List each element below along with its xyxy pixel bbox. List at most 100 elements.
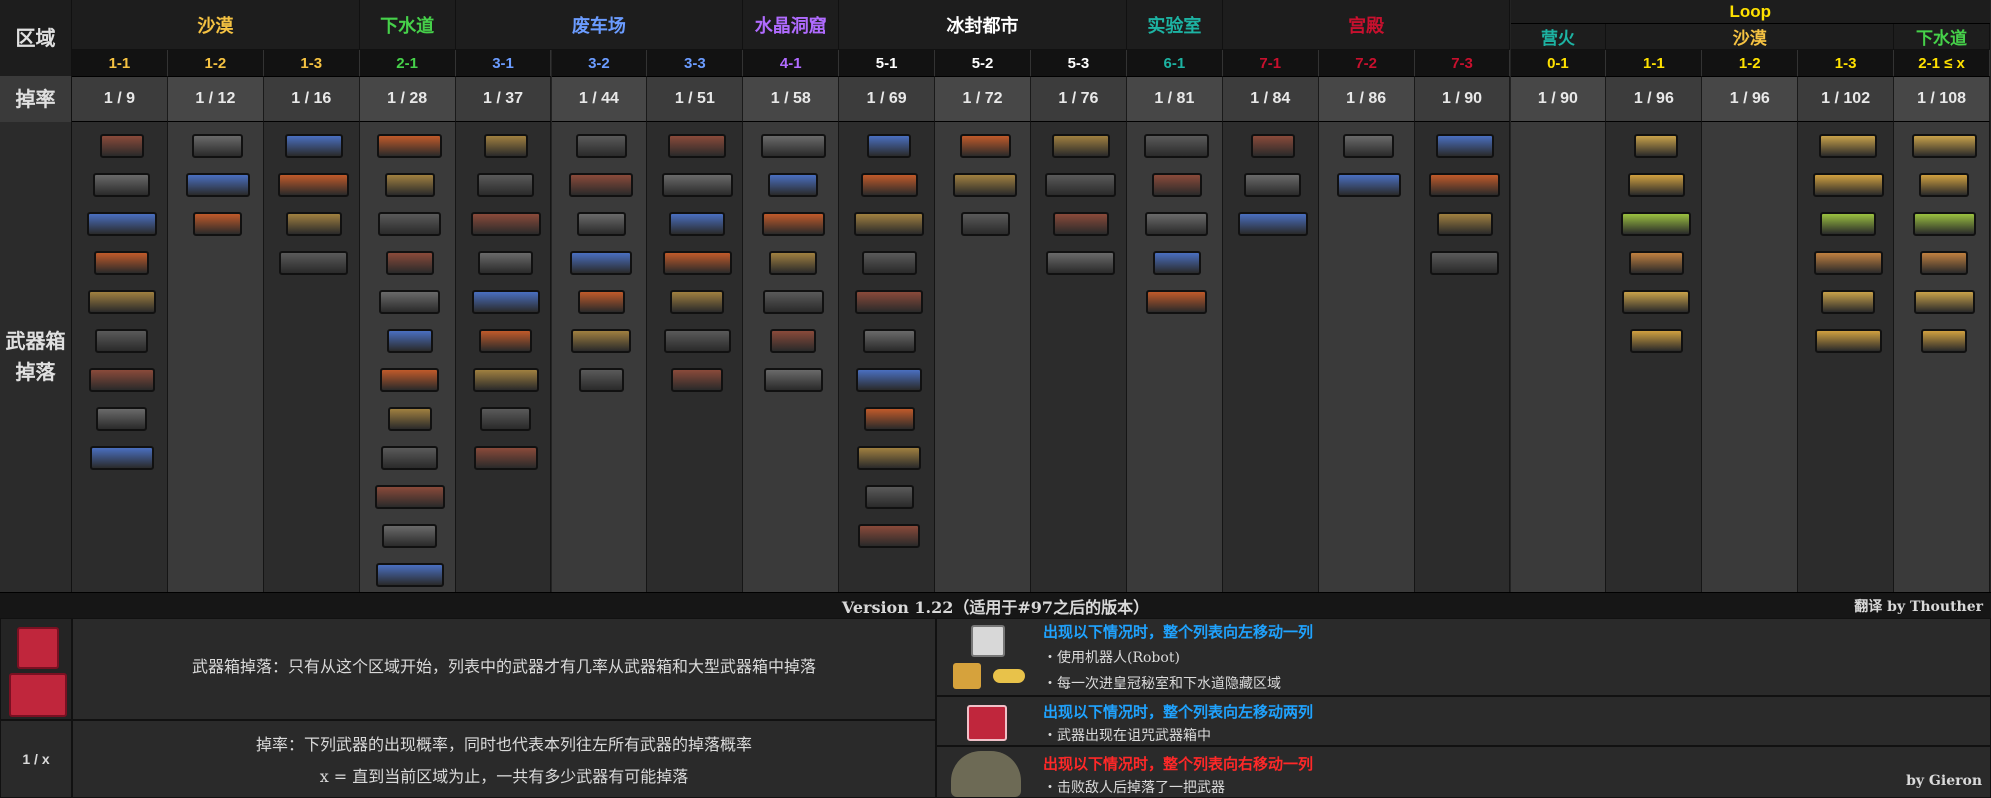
stage-label: 7-1: [1222, 50, 1319, 76]
stage-label: 7-2: [1318, 50, 1415, 76]
drop-rate: 1 / 28: [359, 76, 456, 122]
crown-icon: [953, 663, 981, 689]
heavy-crossbow-icon: [577, 290, 625, 314]
weapon-column: [72, 122, 168, 592]
frog-pistol-icon: [1244, 173, 1302, 197]
chest-legend-text: 武器箱掉落：只有从这个区域开始，列表中的武器才有几率从武器箱和大型武器箱中掉落: [191, 657, 816, 676]
drop-rate: 1 / 86: [1318, 76, 1415, 122]
hyper-rifle-icon: [860, 173, 918, 197]
blood-cannon-icon: [857, 446, 922, 470]
stage-label: 4-1: [743, 50, 840, 76]
weapon-column: [647, 122, 744, 592]
drop-rate: 1 / 108: [1894, 76, 1990, 122]
loop-zone-header: 营火: [1510, 24, 1607, 50]
blood-hammer-icon: [1046, 251, 1116, 275]
super-hammer-icon: [1921, 329, 1968, 353]
gold-crossbow-icon: [1812, 173, 1884, 197]
drop-rate: 1 / 81: [1126, 76, 1223, 122]
weapon-column: [1414, 122, 1511, 592]
heavy-grenade-icon: [856, 368, 923, 392]
stage-label: 2-1 ≤ x: [1894, 50, 1990, 76]
weapon-column: [1510, 122, 1607, 592]
drop-rate: 1 / 69: [839, 76, 936, 122]
weapon-column: [839, 122, 936, 592]
heavy-crossbow-icon: [669, 212, 726, 236]
drop-rate: 1 / 51: [647, 76, 744, 122]
devastator-icon: [867, 134, 912, 158]
ultra-shovel-icon: [663, 329, 731, 353]
drop-rate: 1 / 90: [1414, 76, 1511, 122]
weapon-chest-icon: [17, 627, 59, 669]
shift-left-two-legend: 出现以下情况时，整个列表向左移动两列 ・武器出现在诅咒武器箱中: [936, 696, 1991, 746]
zone-header: 冰封都市: [839, 0, 1127, 50]
auto-shotgun-icon: [477, 173, 535, 197]
wave-gun-icon: [478, 251, 534, 275]
rogue-rifle-icon: [1144, 134, 1210, 158]
enemy-drop-icon: [951, 751, 1021, 797]
gold-rocket-icon: [1813, 251, 1883, 275]
drop-table: 区域 掉率 武器箱掉落 沙漠 下水道 废车场 水晶洞窟 冰封都市 实验室 宫殿 Loop 营火 沙漠 下水…: [0, 0, 1991, 592]
flame-pistol-icon: [862, 329, 916, 353]
weapon-column: [455, 122, 552, 592]
pistol-icon: [99, 134, 144, 158]
assault-rifle-icon: [93, 173, 151, 197]
jackhammer-icon: [670, 290, 725, 314]
cursed-chest-icon: [967, 705, 1007, 741]
crossbow-icon: [87, 290, 156, 314]
green-launcher-icon: [1920, 251, 1969, 275]
heavy-launcher-icon: [387, 407, 432, 431]
seeker-pistol-icon: [661, 173, 733, 197]
golden-pistol-icon: [375, 563, 444, 587]
gold-smg-icon: [1628, 251, 1684, 275]
screwdriver-icon: [472, 368, 539, 392]
gatling-icon: [760, 134, 826, 158]
ultra-shotgun-icon: [1145, 212, 1209, 236]
heavy-slugger-icon: [1237, 212, 1308, 236]
sticky-launcher-icon: [1045, 173, 1117, 197]
rate-legend-line2: x = 直到当前区域为止，一共有多少武器有可能掉落: [319, 767, 689, 786]
grenade-launcher-icon: [284, 134, 343, 158]
stage-label: 1-3: [263, 50, 360, 76]
shift3-title: 出现以下情况时，整个列表向右移动一列: [1043, 755, 1314, 773]
stage-label: 3-1: [455, 50, 552, 76]
smg-icon: [192, 134, 244, 158]
chest-legend: 武器箱掉落：只有从这个区域开始，列表中的武器才有几率从武器箱和大型武器箱中掉落: [72, 618, 936, 720]
toxic-gun-icon: [1919, 173, 1970, 197]
plasma-gun-icon: [380, 368, 440, 392]
zone-header: 废车场: [455, 0, 744, 50]
weapon-column: [551, 122, 648, 592]
rocket-launcher-icon: [381, 446, 439, 470]
weapon-column: [1318, 122, 1415, 592]
stage-label: 1-1: [1606, 50, 1703, 76]
flare-gun-icon: [377, 134, 443, 158]
zone-header: 宫殿: [1222, 0, 1511, 50]
minigun-icon: [483, 134, 528, 158]
sledgehammer-icon: [285, 212, 342, 236]
grenade-icon: [193, 212, 243, 236]
machinegun-icon: [88, 368, 155, 392]
ultra-laser-pistol-icon: [1429, 173, 1501, 197]
ultra-revolver-icon: [953, 173, 1018, 197]
shift-right-legend: 出现以下情况时，整个列表向右移动一列 ・击败敌人后掉落了一把武器 by Gier…: [936, 746, 1991, 798]
stage-label: 3-3: [647, 50, 744, 76]
laser-cannon-icon: [671, 368, 724, 392]
stage-label: 5-2: [935, 50, 1031, 76]
disc-gun-icon: [379, 290, 441, 314]
author-credit: by Gieron: [1906, 773, 1982, 789]
ultra-crystal-icon: [1430, 251, 1500, 275]
loop-zone-header: 沙漠: [1606, 24, 1895, 50]
plasma-cannon-icon: [578, 368, 624, 392]
splinter-gun-icon: [470, 212, 541, 236]
stage-label: 1-3: [1798, 50, 1895, 76]
gold-disc-icon: [1821, 290, 1876, 314]
rate-legend-key: 1 / x: [0, 720, 72, 798]
super-crossbow-icon: [761, 212, 825, 236]
shotgun-icon: [86, 212, 157, 236]
wrench-icon: [96, 407, 148, 431]
hyper-slugger-icon: [1151, 173, 1202, 197]
drop-rate: 1 / 76: [1031, 76, 1127, 122]
auto-crossbow-icon: [861, 251, 917, 275]
zone-header: 沙漠: [72, 0, 360, 50]
drop-rate: 1 / 12: [167, 76, 264, 122]
zone-header: 下水道: [359, 0, 456, 50]
